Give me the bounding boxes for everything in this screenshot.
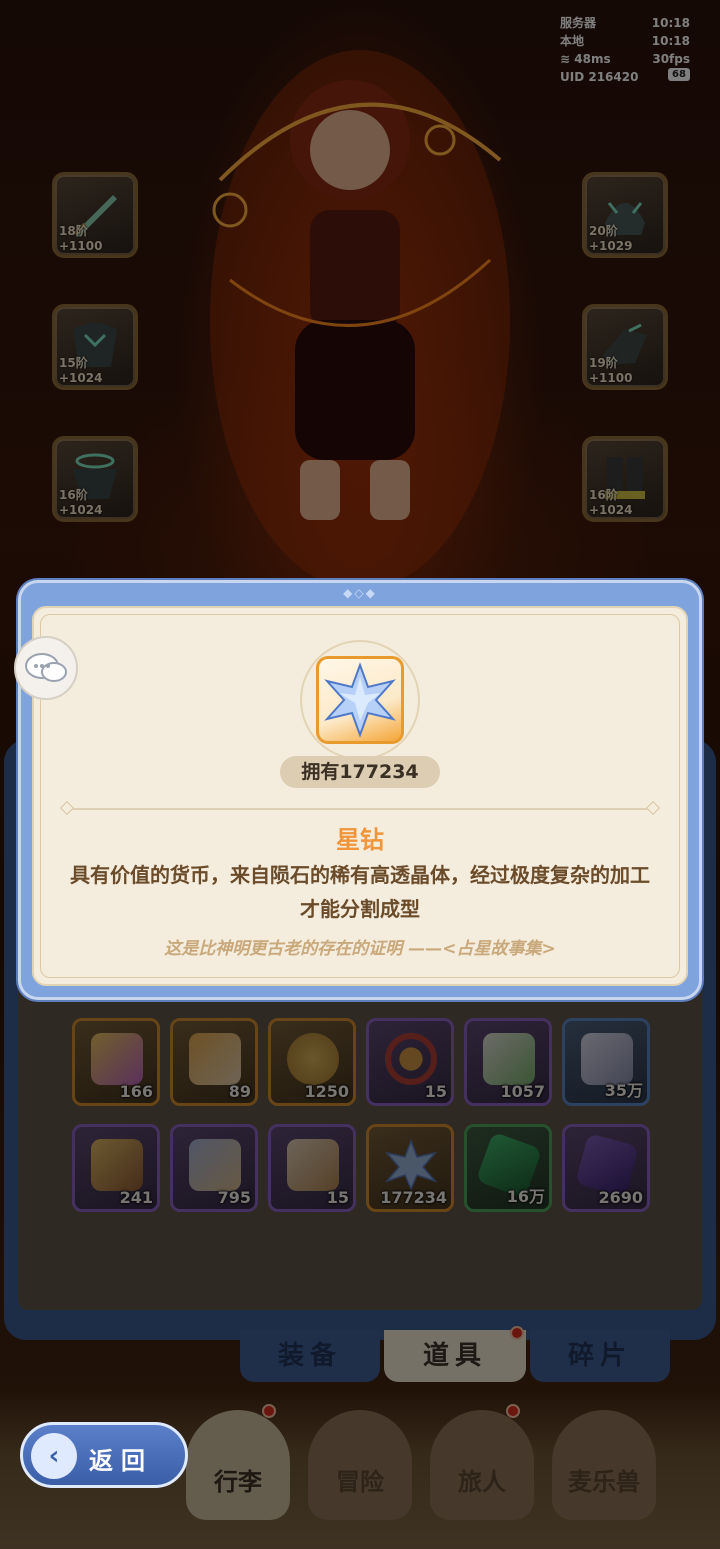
owned-count: 拥有177234 bbox=[280, 756, 440, 788]
chat-button[interactable] bbox=[14, 636, 78, 700]
ornament-icon: ◆◇◆ bbox=[343, 586, 377, 600]
star-diamond-icon bbox=[324, 662, 396, 738]
chat-bubble-icon bbox=[25, 653, 67, 682]
item-name: 星钻 bbox=[336, 826, 384, 854]
item-description: 具有价值的货币，来自陨石的稀有高透晶体，经过极度复杂的加工才能分割成型 bbox=[70, 863, 650, 921]
back-arrow-icon: ‹ bbox=[31, 1433, 77, 1479]
divider bbox=[66, 808, 654, 810]
item-icon-box bbox=[316, 656, 404, 744]
item-flavor-quote: 这是比神明更古老的存在的证明 ——<占星故事集> bbox=[164, 939, 556, 959]
back-button[interactable]: ‹ 返回 bbox=[20, 1422, 188, 1488]
back-button-label: 返回 bbox=[89, 1447, 153, 1475]
